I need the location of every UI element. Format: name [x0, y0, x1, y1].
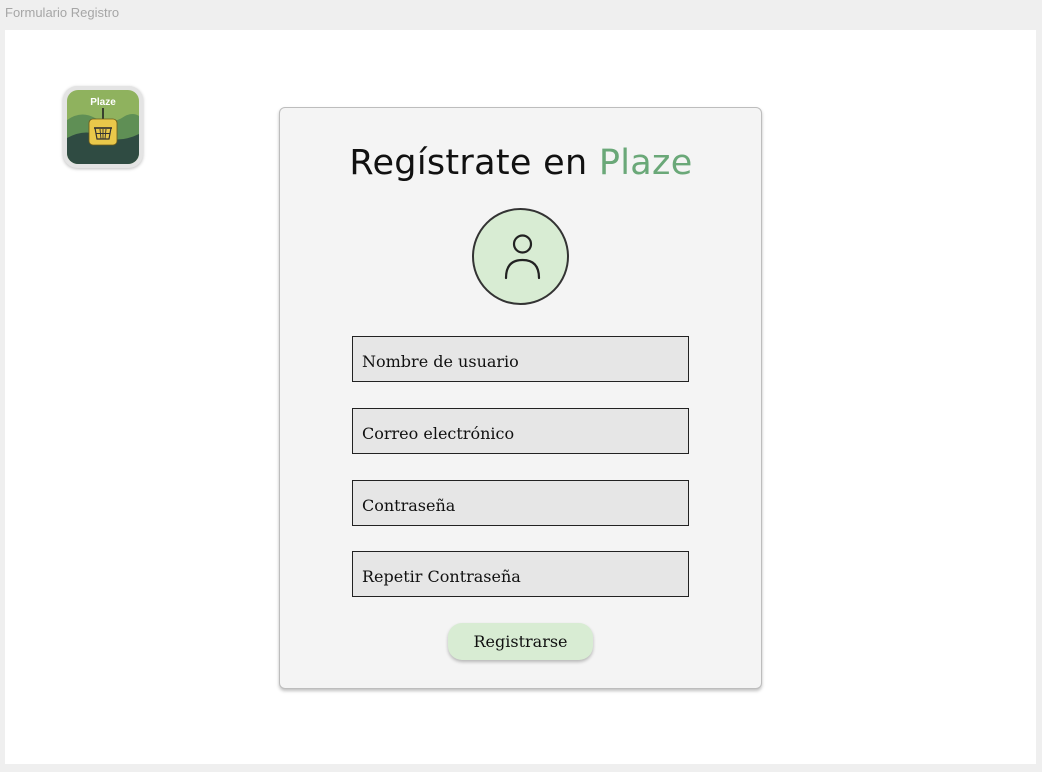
repeat-password-field[interactable]	[352, 551, 689, 597]
heading-prefix: Regístrate en	[349, 143, 588, 183]
heading-brand: Plaze	[598, 143, 693, 183]
window-title: Formulario Registro	[5, 5, 120, 20]
user-icon	[504, 234, 541, 280]
email-field[interactable]	[352, 408, 689, 454]
avatar[interactable]	[472, 208, 569, 305]
form-heading: Regístrate en Plaze	[0, 143, 1042, 183]
register-button[interactable]: Registrarse	[448, 623, 593, 660]
logo-text: Plaze	[90, 97, 116, 108]
registration-card	[279, 107, 762, 689]
password-field[interactable]	[352, 480, 689, 526]
username-field[interactable]	[352, 336, 689, 382]
